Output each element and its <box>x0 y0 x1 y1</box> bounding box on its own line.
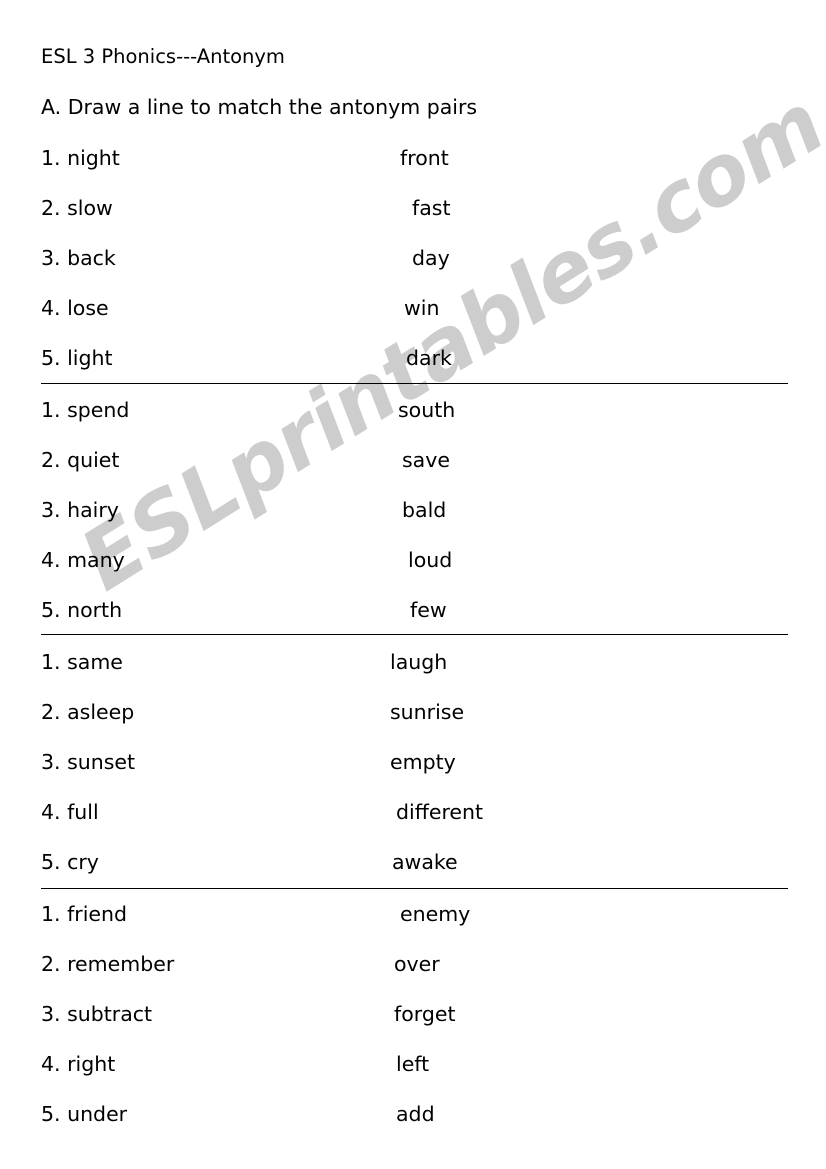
word-left: 3. sunset <box>41 750 136 774</box>
word-pair-row: 3. back day <box>0 244 826 294</box>
word-left: 2. quiet <box>41 448 120 472</box>
word-right: loud <box>408 548 453 572</box>
worksheet-content: ESL 3 Phonics---Antonym A. Draw a line t… <box>0 0 826 1169</box>
word-left: 4. right <box>41 1052 116 1076</box>
word-pair-row: 5. light dark <box>0 344 826 394</box>
word-right: win <box>404 296 440 320</box>
word-right: bald <box>402 498 447 522</box>
word-right: awake <box>392 850 458 874</box>
word-right: left <box>396 1052 430 1076</box>
word-pair-row: 4. many loud <box>0 546 826 596</box>
word-right: add <box>396 1102 435 1126</box>
word-right: over <box>394 952 440 976</box>
word-left: 5. north <box>41 598 123 622</box>
word-pair-row: 2. remember over <box>0 950 826 1000</box>
word-right: enemy <box>400 902 471 926</box>
word-pair-row: 5. north few <box>0 596 826 646</box>
word-pair-row: 1. friend enemy <box>0 900 826 950</box>
section-divider <box>41 383 788 384</box>
word-left: 5. under <box>41 1102 128 1126</box>
word-right: forget <box>394 1002 456 1026</box>
word-right: south <box>398 398 456 422</box>
section-1: 1. night front 2. slow fast 3. back day 4. los… <box>0 144 826 394</box>
word-left: 2. asleep <box>41 700 135 724</box>
word-left: 5. cry <box>41 850 99 874</box>
word-pair-row: 4. lose win <box>0 294 826 344</box>
word-left: 3. back <box>41 246 116 270</box>
word-pair-row: 1. same laugh <box>0 648 826 698</box>
page-title: ESL 3 Phonics---Antonym <box>41 45 285 68</box>
word-left: 3. hairy <box>41 498 119 522</box>
word-pair-row: 3. hairy bald <box>0 496 826 546</box>
word-left: 2. slow <box>41 196 113 220</box>
word-left: 1. night <box>41 146 120 170</box>
word-right: front <box>400 146 449 170</box>
word-pair-row: 2. quiet save <box>0 446 826 496</box>
section-divider <box>41 888 788 889</box>
word-pair-row: 2. slow fast <box>0 194 826 244</box>
word-right: sunrise <box>390 700 465 724</box>
section-divider <box>41 634 788 635</box>
word-right: day <box>412 246 450 270</box>
word-pair-row: 3. sunset empty <box>0 748 826 798</box>
word-right: empty <box>390 750 456 774</box>
word-left: 1. spend <box>41 398 130 422</box>
word-right: laugh <box>390 650 448 674</box>
word-left: 2. remember <box>41 952 175 976</box>
word-left: 5. light <box>41 346 113 370</box>
section-2: 1. spend south 2. quiet save 3. hairy bald 4. … <box>0 396 826 646</box>
word-right: fast <box>412 196 451 220</box>
word-left: 4. lose <box>41 296 109 320</box>
word-left: 3. subtract <box>41 1002 153 1026</box>
section-4: 1. friend enemy 2. remember over 3. subtract… <box>0 900 826 1150</box>
word-left: 1. same <box>41 650 123 674</box>
word-pair-row: 4. full different <box>0 798 826 848</box>
word-left: 4. many <box>41 548 125 572</box>
word-pair-row: 4. right left <box>0 1050 826 1100</box>
word-pair-row: 2. asleep sunrise <box>0 698 826 748</box>
worksheet-page: ESLprintables.com ESL 3 Phonics---Antony… <box>0 0 826 1169</box>
word-pair-row: 1. spend south <box>0 396 826 446</box>
word-left: 1. friend <box>41 902 128 926</box>
word-right: different <box>396 800 484 824</box>
word-pair-row: 5. under add <box>0 1100 826 1150</box>
instruction-text: A. Draw a line to match the antonym pair… <box>41 95 478 119</box>
word-pair-row: 3. subtract forget <box>0 1000 826 1050</box>
word-left: 4. full <box>41 800 99 824</box>
word-right: save <box>402 448 450 472</box>
word-pair-row: 5. cry awake <box>0 848 826 898</box>
word-pair-row: 1. night front <box>0 144 826 194</box>
word-right: few <box>410 598 447 622</box>
word-right: dark <box>406 346 452 370</box>
section-3: 1. same laugh 2. asleep sunrise 3. sunset emp… <box>0 648 826 898</box>
